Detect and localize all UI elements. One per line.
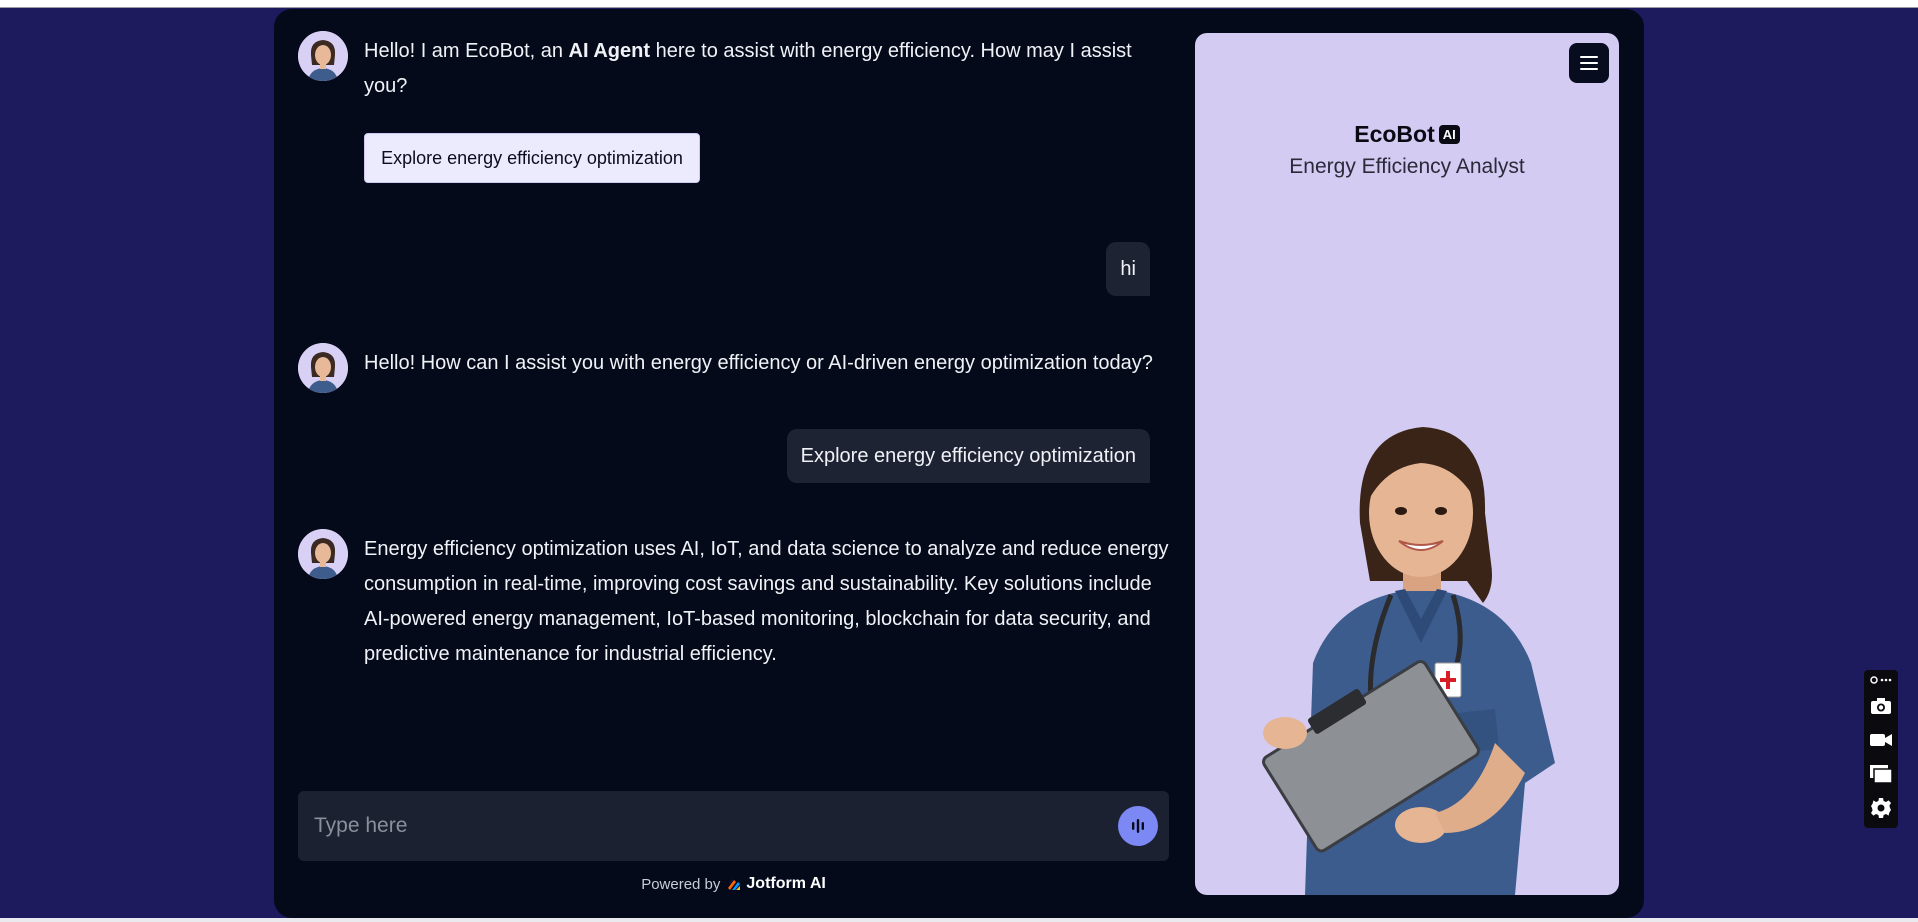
- browser-top-strip: [0, 0, 1918, 8]
- jotform-ai-link[interactable]: Jotform AI: [726, 875, 826, 893]
- agent-name: EcoBot AI: [1195, 121, 1619, 148]
- powered-by: Powered by Jotform AI: [274, 875, 1193, 893]
- user-message: hi: [1106, 242, 1150, 296]
- video-icon: [1870, 734, 1892, 746]
- bot-avatar: [298, 343, 348, 393]
- bot-message: Energy efficiency optimization uses AI, …: [298, 529, 1172, 672]
- bot-avatar: [298, 31, 348, 81]
- chat-app: Hello! I am EcoBot, an AI Agent here to …: [274, 9, 1644, 918]
- agent-name-text: EcoBot: [1354, 121, 1435, 147]
- bot-message: Hello! I am EcoBot, an AI Agent here to …: [298, 31, 1152, 104]
- user-message: Explore energy efficiency optimization: [786, 429, 1150, 483]
- agent-role: Energy Efficiency Analyst: [1289, 155, 1525, 178]
- settings-button[interactable]: [1869, 796, 1893, 820]
- agent-illustration: [1262, 427, 1555, 895]
- extension-icon: [1870, 676, 1892, 684]
- record-button[interactable]: [1869, 728, 1893, 752]
- suggestion-button[interactable]: Explore energy efficiency optimization: [364, 133, 700, 183]
- bot-message: Hello! How can I assist you with energy …: [298, 343, 1164, 393]
- powered-by-label: Powered by: [641, 875, 721, 893]
- bot-message-text: Energy efficiency optimization uses AI, …: [364, 538, 1169, 665]
- screenshot-button[interactable]: [1869, 694, 1893, 718]
- bot-message-text: Hello! I am EcoBot, an AI Agent here to …: [364, 40, 1132, 97]
- microphone-icon: [1132, 819, 1144, 833]
- gear-icon: [1871, 798, 1891, 818]
- browser-bottom-strip: [0, 918, 1918, 922]
- camera-icon: [1871, 698, 1891, 714]
- agent-panel: EcoBot AI Energy Efficiency Analyst: [1195, 33, 1619, 895]
- voice-button[interactable]: [1118, 806, 1158, 846]
- windows-icon: [1870, 765, 1893, 784]
- menu-icon: [1580, 56, 1598, 58]
- ai-badge: AI: [1438, 125, 1460, 144]
- windows-button[interactable]: [1869, 762, 1893, 786]
- brand-label: Jotform AI: [746, 875, 826, 892]
- message-input[interactable]: [314, 791, 1094, 861]
- side-toolbar: [1864, 670, 1898, 828]
- bot-avatar: [298, 529, 348, 579]
- jotform-logo-icon: [728, 879, 741, 890]
- menu-button[interactable]: [1569, 43, 1609, 83]
- extension-button[interactable]: [1869, 672, 1893, 688]
- user-message-text: Explore energy efficiency optimization: [800, 444, 1136, 467]
- message-composer: [298, 791, 1169, 861]
- user-message-text: hi: [1120, 257, 1136, 280]
- bot-message-text: Hello! How can I assist you with energy …: [364, 352, 1153, 374]
